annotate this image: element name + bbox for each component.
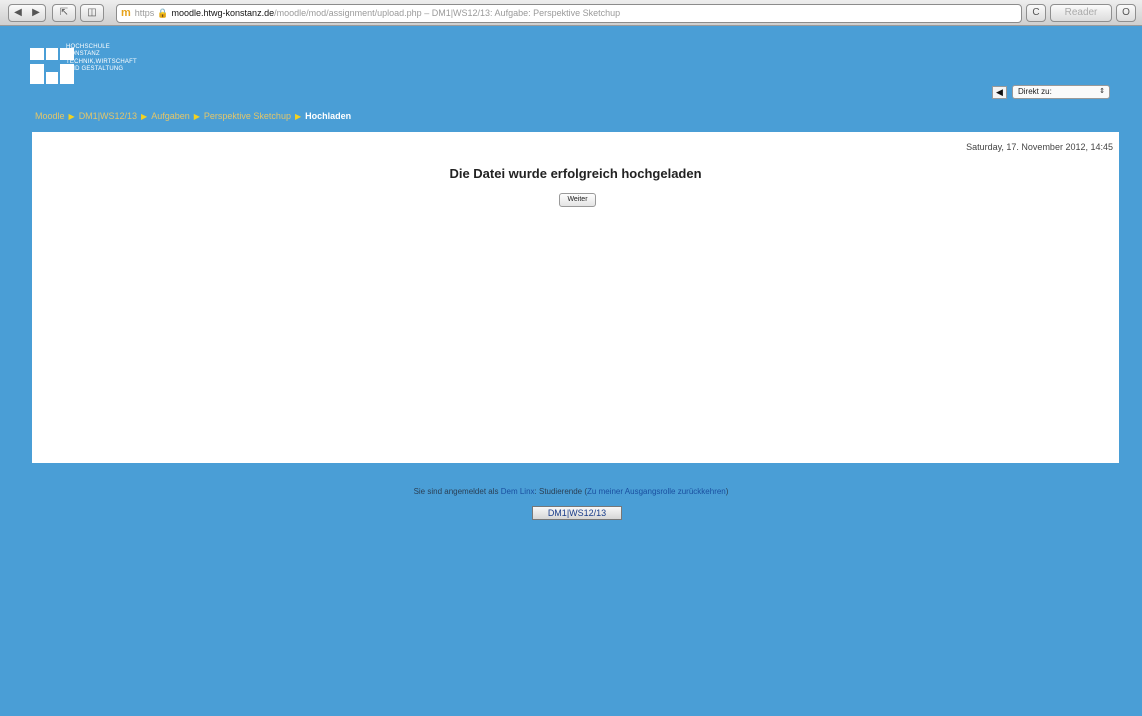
previous-activity-button[interactable]: ◀ (992, 85, 1007, 99)
login-role: : Studierende ( (534, 487, 588, 496)
breadcrumb-link-assignment[interactable]: Perspektive Sketchup (204, 111, 291, 121)
breadcrumb-separator-icon: ▶ (193, 111, 200, 121)
url-scheme: https (134, 8, 155, 18)
current-date: Saturday, 17. November 2012, 14:45 (966, 142, 1113, 152)
url-page-title: – DM1|WS12/13: Aufgabe: Perspektive Sket… (421, 8, 621, 18)
breadcrumb-link-assignments[interactable]: Aufgaben (151, 111, 190, 121)
login-info: Sie sind angemeldet als Dem Linx: Studie… (0, 487, 1142, 496)
breadcrumb-link-course[interactable]: DM1|WS12/13 (79, 111, 137, 121)
reader-button[interactable]: Reader (1050, 4, 1112, 22)
reload-button[interactable]: C (1026, 4, 1046, 22)
login-prefix: Sie sind angemeldet als (413, 487, 501, 496)
return-to-role-link[interactable]: Zu meiner Ausgangsrolle zurückkehren (587, 487, 726, 496)
select-arrows-icon: ⇕ (1099, 88, 1105, 95)
address-bar[interactable]: m https 🔒 moodle.htwg-konstanz.de/moodle/mo… (116, 4, 1022, 23)
url-path: /moodle/mod/assignment/upload.php (274, 8, 422, 18)
breadcrumb-link-moodle[interactable]: Moodle (35, 111, 65, 121)
logo-line: HOCHSCHULE (66, 44, 111, 50)
reader-label: Reader (1064, 7, 1098, 18)
breadcrumb: Moodle ▶ DM1|WS12/13 ▶ Aufgaben ▶ Perspe… (35, 111, 351, 121)
favicon-icon: m (121, 7, 131, 19)
continue-button[interactable]: Weiter (559, 193, 596, 207)
lock-icon: 🔒 (157, 8, 169, 18)
course-home-button[interactable]: DM1|WS12/13 (532, 506, 622, 520)
breadcrumb-separator-icon: ▶ (141, 111, 148, 121)
logo-line: KONSTANZ (66, 51, 100, 58)
jump-to-select[interactable]: Direkt zu: ⇕ (1012, 85, 1110, 99)
jump-to-label: Direkt zu: (1018, 87, 1052, 96)
back-forward-buttons[interactable]: ◀ ▶ (8, 4, 46, 22)
share-icon: ⇱ (59, 7, 69, 18)
reload-icon: C (1032, 7, 1040, 18)
user-profile-link[interactable]: Dem Linx (501, 487, 535, 496)
browser-toolbar: ◀ ▶ ⇱ ◫ m https 🔒 moodle.htwg-konstanz.de/mo… (0, 0, 1142, 26)
breadcrumb-separator-icon: ▶ (294, 111, 302, 121)
top-sites-button[interactable]: ◫ (80, 4, 104, 22)
downloads-icon: O (1122, 7, 1130, 18)
login-close-paren: ) (725, 487, 729, 496)
logo-line: TECHNIK,WIRTSCHAFT (66, 58, 137, 65)
jump-navigation: ◀ Direkt zu: ⇕ (992, 85, 1110, 99)
top-sites-icon: ◫ (87, 7, 97, 18)
downloads-button[interactable]: O (1116, 4, 1136, 22)
upload-success-heading: Die Datei wurde erfolgreich hochgeladen (449, 166, 702, 181)
logo-line: UND GESTALTUNG (66, 66, 124, 73)
logo-text: HOCHSCHULE KONSTANZ TECHNIK,WIRTSCHAFT U… (66, 44, 137, 74)
back-icon[interactable]: ◀ (9, 5, 27, 21)
url-host: moodle.htwg-konstanz.de (171, 8, 275, 18)
forward-icon[interactable]: ▶ (27, 5, 45, 21)
breadcrumb-separator-icon: ▶ (68, 111, 75, 121)
share-button[interactable]: ⇱ (52, 4, 76, 22)
arrow-left-icon: ◀ (996, 86, 1003, 97)
content-panel: Saturday, 17. November 2012, 14:45 Die D… (32, 132, 1119, 463)
breadcrumb-current: Hochladen (305, 111, 352, 121)
